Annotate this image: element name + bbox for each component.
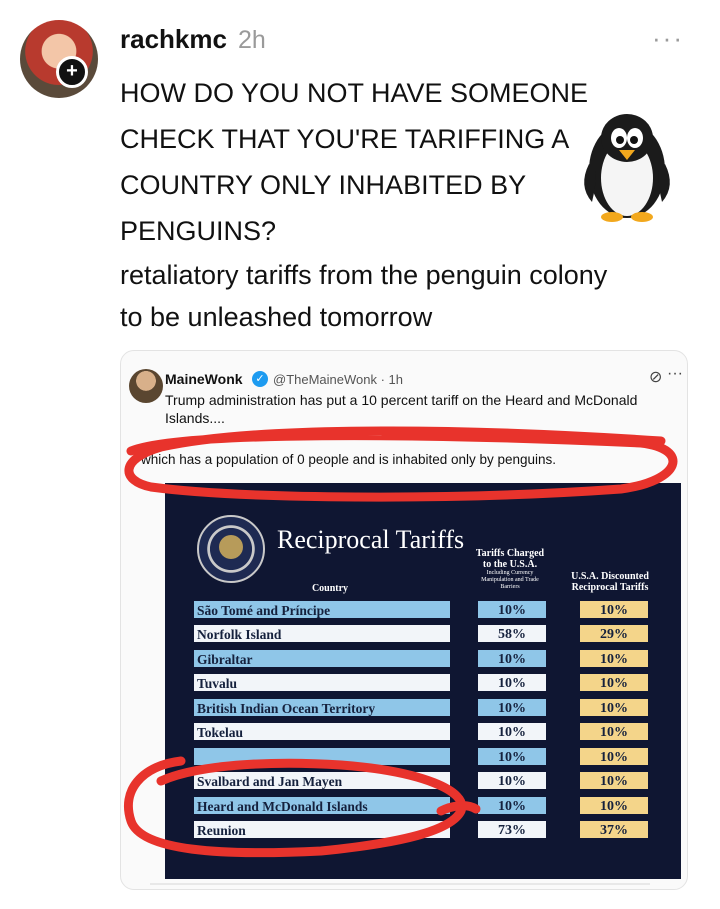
table-row-discount: 10% — [579, 771, 649, 790]
tweet-handle: @TheMaineWonk · 1h — [273, 372, 404, 387]
table-row-discount: 10% — [579, 796, 649, 815]
avatar[interactable] — [20, 20, 98, 98]
tariff-title: Reciprocal Tariffs — [277, 525, 465, 554]
table-row-charged: 10% — [477, 796, 547, 815]
table-row-discount: 10% — [579, 722, 649, 741]
table-row-charged: 58% — [477, 624, 547, 643]
table-row-country: São Tomé and Príncipe — [193, 600, 451, 619]
embedded-screenshot-card[interactable]: MaineWonk ✓ @TheMaineWonk · 1h ⊘ ··· Tru… — [120, 350, 688, 890]
table-row-charged: 10% — [477, 771, 547, 790]
tweet-more-icon: ··· — [667, 365, 683, 382]
table-row-discount: 10% — [579, 673, 649, 692]
more-dots-icon[interactable]: ··· — [652, 25, 684, 51]
tweet-text: Trump administration has put a 10 percen… — [165, 392, 638, 426]
table-row-country: Tuvalu — [193, 673, 451, 692]
table-row-discount: 37% — [579, 820, 649, 839]
reciprocal-tariffs-image: Reciprocal Tariffs Country Tariffs Charg… — [165, 483, 681, 879]
table-row-charged: 10% — [477, 747, 547, 766]
follow-plus-icon[interactable]: + — [56, 56, 88, 88]
table-row-charged: 73% — [477, 820, 547, 839]
table-row-country: Norfolk Island — [193, 624, 451, 643]
timestamp: 2h — [238, 26, 266, 54]
verified-badge-icon: ✓ — [252, 371, 268, 387]
post-sub-text: retaliatory tariffs from the penguin col… — [120, 260, 608, 332]
table-row-country: British Indian Ocean Territory — [193, 698, 451, 717]
divider — [150, 883, 650, 885]
tweet-highlight-text: which has a population of 0 people and i… — [141, 452, 557, 467]
table-row-discount: 10% — [579, 747, 649, 766]
tweet-avatar — [129, 369, 163, 403]
column-header-charged-label: Tariffs Charged to the U.S.A. — [475, 548, 545, 570]
table-row-discount: 10% — [579, 600, 649, 619]
table-row-country: Reunion — [193, 820, 451, 839]
table-row-charged: 10% — [477, 722, 547, 741]
table-row-country: Tokelau — [193, 722, 451, 741]
table-row-discount: 10% — [579, 698, 649, 717]
table-row-charged: 10% — [477, 649, 547, 668]
post-main-text: HOW DO YOU NOT HAVE SOMEONE CHECK THAT Y… — [120, 78, 589, 246]
column-header-country: Country — [311, 583, 349, 594]
table-row-country: Gibraltar — [193, 649, 451, 668]
table-row-charged: 10% — [477, 673, 547, 692]
table-row-discount: 10% — [579, 649, 649, 668]
grok-icon: ⊘ — [649, 369, 663, 386]
table-row-country: Heard and McDonald Islands — [193, 796, 451, 815]
table-row-charged: 10% — [477, 698, 547, 717]
penguin-emoji-icon — [584, 114, 670, 222]
table-row-charged: 10% — [477, 600, 547, 619]
table-row-country: Svalbard and Jan Mayen — [193, 771, 451, 790]
column-header-discount: U.S.A. Discounted Reciprocal Tariffs — [571, 571, 649, 593]
column-header-charged: Tariffs Charged to the U.S.A. Including … — [475, 548, 545, 591]
table-row-country — [193, 747, 451, 766]
username[interactable]: rachkmc — [120, 24, 227, 55]
column-header-charged-note: Including Currency Manipulation and Trad… — [481, 570, 539, 590]
table-row-discount: 29% — [579, 624, 649, 643]
presidential-seal-icon — [197, 515, 265, 583]
tweet-author-name: MaineWonk — [165, 371, 243, 387]
